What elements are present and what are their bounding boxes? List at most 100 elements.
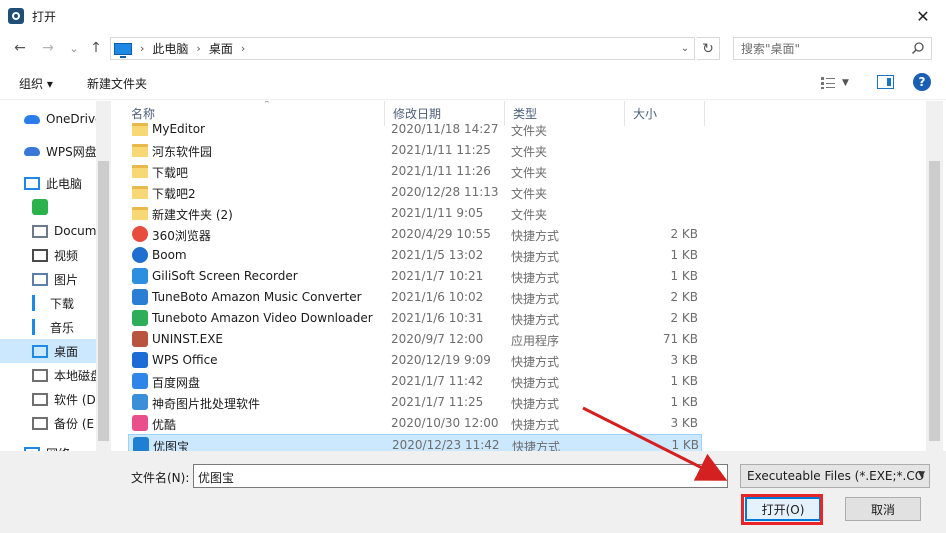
file-row[interactable]: GiliSoft Screen Recorder 2021/1/7 10:21 快捷… — [128, 266, 702, 287]
download-icon — [32, 295, 44, 311]
file-date: 2020/12/28 11:13 — [391, 185, 499, 199]
disk-icon — [32, 368, 48, 382]
file-name: 优图宝 — [153, 440, 190, 451]
file-row[interactable]: UNINST.EXE 2020/9/7 12:00 应用程序 71 KB — [128, 329, 702, 350]
file-size: 1 KB — [670, 269, 698, 283]
nav-item-13[interactable]: 网络 — [0, 441, 96, 451]
folder-icon — [132, 144, 148, 157]
organize-button[interactable]: 组织 ▾ — [19, 75, 53, 92]
file-size: 1 KB — [670, 374, 698, 388]
file-date: 2021/1/11 11:25 — [391, 143, 491, 157]
file-date: 2020/9/7 12:00 — [391, 332, 484, 346]
cancel-button[interactable]: 取消 — [845, 497, 921, 521]
file-row[interactable]: 360浏览器 2020/4/29 10:55 快捷方式 2 KB — [128, 224, 702, 245]
baidu-netdisk-icon — [132, 373, 148, 389]
file-type: 快捷方式 — [511, 271, 560, 285]
file-row[interactable]: 百度网盘 2021/1/7 11:42 快捷方式 1 KB — [128, 371, 702, 392]
file-date: 2020/4/29 10:55 — [391, 227, 491, 241]
new-folder-button[interactable]: 新建文件夹 — [87, 75, 147, 92]
drive-icon — [32, 392, 48, 406]
nav-item-label: 备份 (E — [54, 416, 95, 431]
close-button[interactable]: ✕ — [900, 0, 946, 32]
file-date: 2021/1/5 13:02 — [391, 248, 484, 262]
music-converter-icon — [132, 289, 148, 305]
address-dropdown-icon[interactable]: ⌄ — [676, 38, 694, 59]
help-button[interactable]: ? — [913, 73, 931, 91]
nav-item-10[interactable]: 本地磁盘 — [0, 363, 96, 387]
nav-item-12[interactable]: 备份 (E — [0, 411, 96, 435]
file-row[interactable]: 神奇图片批处理软件 2021/1/7 11:25 快捷方式 1 KB — [128, 392, 702, 413]
breadcrumb-separator[interactable]: › — [241, 42, 245, 55]
recent-locations-button[interactable]: ⌄ — [64, 38, 84, 58]
breadcrumb-separator[interactable]: › — [140, 42, 144, 55]
nav-item-label: 桌面 — [54, 344, 79, 359]
file-name: 优酷 — [152, 418, 177, 432]
file-name: UNINST.EXE — [152, 332, 223, 346]
file-row[interactable]: Boom 2021/1/5 13:02 快捷方式 1 KB — [128, 245, 702, 266]
breadcrumb-separator[interactable]: › — [196, 42, 200, 55]
nav-item-7[interactable]: 下载 — [0, 291, 96, 315]
nav-item-0[interactable]: OneDrive — [0, 107, 96, 131]
nav-scrollbar-thumb[interactable] — [98, 161, 109, 441]
boom-icon — [132, 247, 148, 263]
up-button[interactable]: ↑ — [86, 38, 106, 58]
file-list-scrollbar-thumb[interactable] — [929, 161, 940, 441]
file-size: 71 KB — [662, 332, 698, 346]
file-row[interactable]: 河东软件园 2021/1/11 11:25 文件夹 — [128, 140, 702, 161]
file-size: 1 KB — [670, 395, 698, 409]
file-name: 河东软件园 — [152, 145, 213, 159]
nav-item-1[interactable]: WPS网盘 — [0, 139, 96, 163]
file-date: 2021/1/7 11:25 — [391, 395, 484, 409]
nav-item-2[interactable]: 此电脑 — [0, 171, 96, 195]
refresh-button[interactable]: ↻ — [697, 37, 720, 60]
file-row[interactable]: WPS Office 2020/12/19 9:09 快捷方式 3 KB — [128, 350, 702, 371]
search-input[interactable]: 搜索"桌面" — [733, 37, 932, 60]
file-row[interactable]: 新建文件夹 (2) 2021/1/11 9:05 文件夹 — [128, 203, 702, 224]
documents-icon — [32, 224, 48, 238]
video-downloader-icon — [132, 310, 148, 326]
file-date: 2021/1/11 11:26 — [391, 164, 491, 178]
nav-item-4[interactable]: Documents — [0, 219, 96, 243]
uninstaller-icon — [132, 331, 148, 347]
nav-item-6[interactable]: 图片 — [0, 267, 96, 291]
cloud-icon — [24, 114, 40, 124]
folder-icon — [132, 186, 148, 199]
filename-input[interactable]: 优图宝 — [193, 464, 728, 488]
nav-item-label: 软件 (D — [54, 392, 96, 407]
file-size: 2 KB — [670, 227, 698, 241]
nav-item-label: OneDrive — [46, 112, 96, 126]
address-bar[interactable]: › 此电脑 › 桌面 › ⌄ — [110, 37, 695, 60]
nav-item-3[interactable] — [0, 195, 96, 219]
back-button[interactable]: ← — [10, 38, 30, 58]
file-type: 文件夹 — [511, 124, 548, 138]
screen-recorder-icon — [132, 268, 148, 284]
pictures-icon — [32, 272, 48, 286]
nav-item-5[interactable]: 视频 — [0, 243, 96, 267]
filetype-select[interactable]: Executeable Files (*.EXE;*.CO ▼ — [740, 464, 930, 488]
file-type: 快捷方式 — [511, 418, 560, 432]
file-type: 快捷方式 — [511, 397, 560, 411]
change-view-button[interactable]: ▼ — [820, 74, 860, 92]
file-date: 2020/12/23 11:42 — [392, 438, 500, 451]
nav-item-11[interactable]: 软件 (D — [0, 387, 96, 411]
file-row[interactable]: 下载吧 2021/1/11 11:26 文件夹 — [128, 161, 702, 182]
file-type: 快捷方式 — [512, 440, 561, 451]
file-row[interactable]: 优图宝 2020/12/23 11:42 快捷方式 1 KB — [128, 434, 702, 451]
file-row[interactable]: MyEditor 2020/11/18 14:27 文件夹 — [128, 119, 702, 140]
file-type: 快捷方式 — [511, 313, 560, 327]
forward-button[interactable]: → — [38, 38, 58, 58]
file-date: 2020/12/19 9:09 — [391, 353, 491, 367]
breadcrumb-this-pc[interactable]: 此电脑 — [152, 40, 188, 57]
breadcrumb-desktop[interactable]: 桌面 — [209, 40, 233, 57]
file-row[interactable]: TuneBoto Amazon Music Converter 2021/1/6 … — [128, 287, 702, 308]
preview-pane-button[interactable] — [877, 75, 894, 89]
app-icon — [8, 8, 24, 24]
file-row[interactable]: 优酷 2020/10/30 12:00 快捷方式 3 KB — [128, 413, 702, 434]
nav-item-9[interactable]: 桌面 — [0, 339, 96, 363]
nav-item-8[interactable]: 音乐 — [0, 315, 96, 339]
file-row[interactable]: 下载吧2 2020/12/28 11:13 文件夹 — [128, 182, 702, 203]
drive-icon — [32, 416, 48, 430]
file-date: 2021/1/7 10:21 — [391, 269, 484, 283]
file-row[interactable]: Tuneboto Amazon Video Downloader 2021/1/6… — [128, 308, 702, 329]
image-batch-icon — [132, 394, 148, 410]
